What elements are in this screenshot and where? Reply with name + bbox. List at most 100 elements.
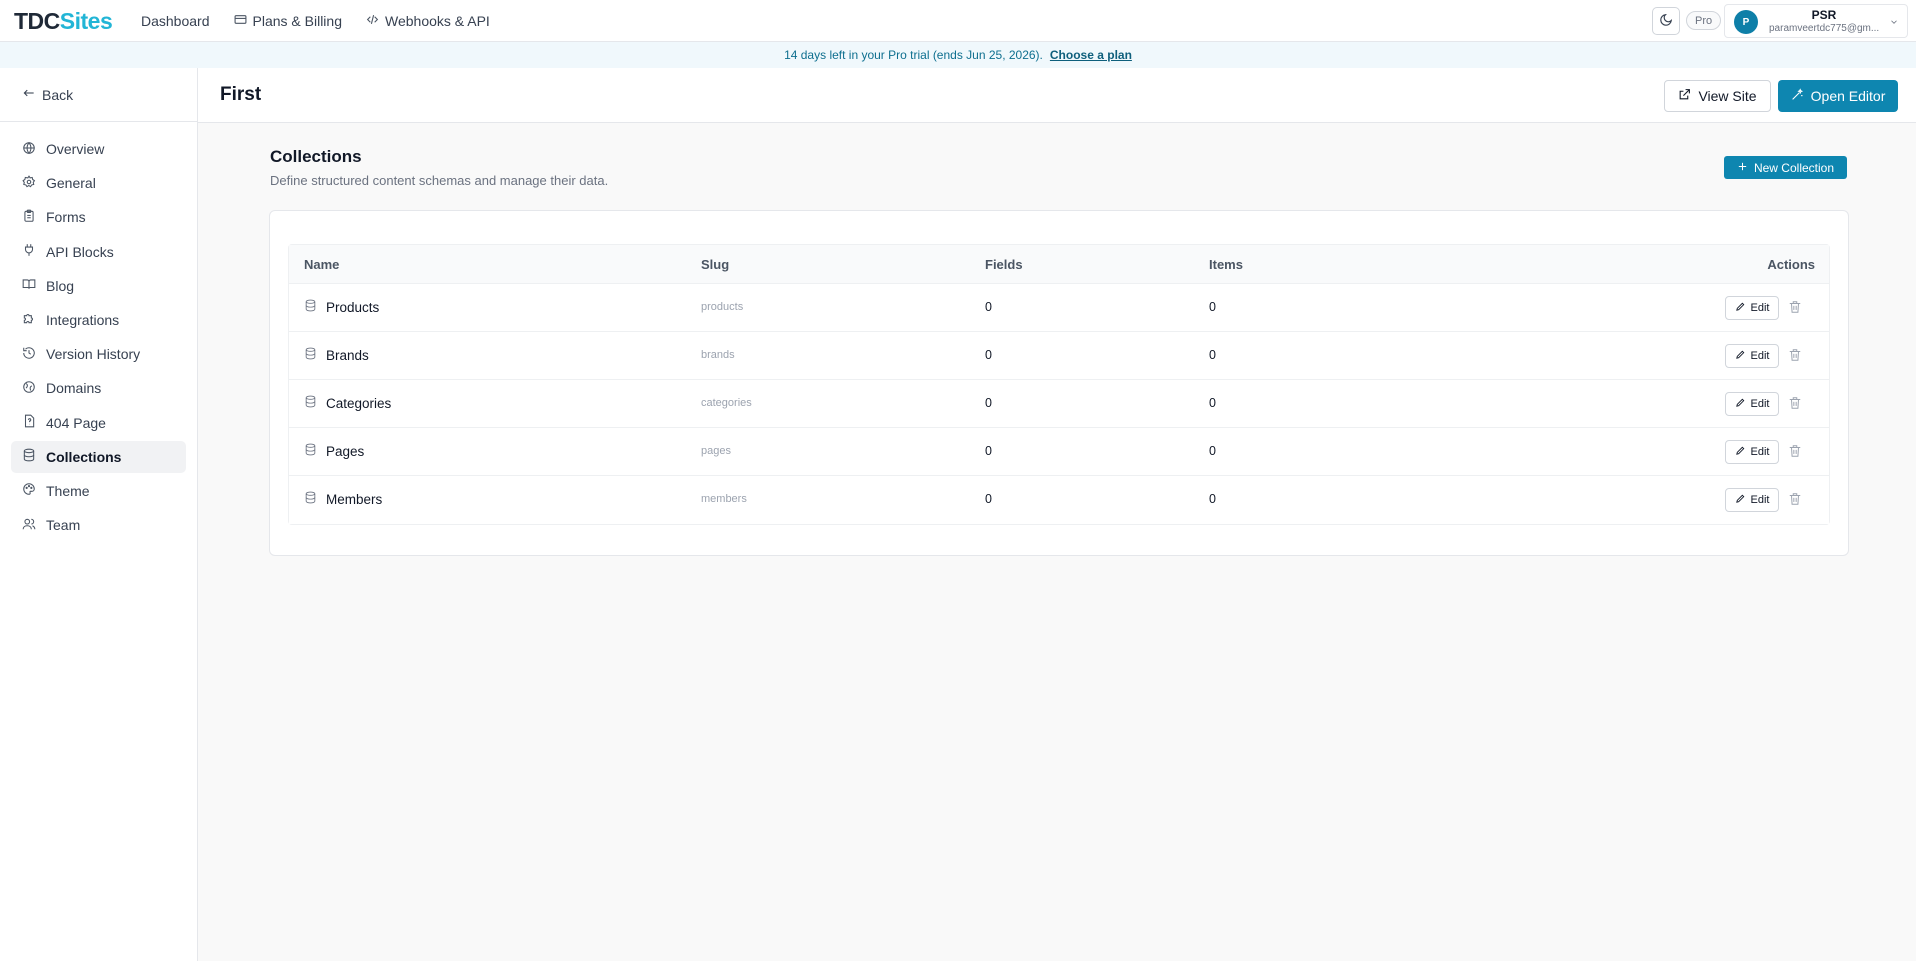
sidebar-item-blog[interactable]: Blog <box>11 270 186 302</box>
edit-label: Edit <box>1750 302 1770 314</box>
chevron-down-icon <box>1891 20 1897 24</box>
edit-button[interactable]: Edit <box>1725 440 1779 464</box>
logo-text-primary: TDC <box>14 8 60 34</box>
column-header-slug: Slug <box>701 257 730 272</box>
nav-plans-billing[interactable]: Plans & Billing <box>234 13 343 29</box>
delete-button[interactable] <box>1788 348 1802 362</box>
table-row[interactable]: Categories categories 0 0 Edit <box>289 380 1829 428</box>
globe-link-icon <box>22 380 36 397</box>
column-header-fields: Fields <box>985 257 1023 272</box>
sidebar-item-label: Forms <box>46 209 86 226</box>
pencil-icon <box>1735 397 1746 411</box>
database-icon <box>304 443 317 459</box>
sidebar-item-forms[interactable]: Forms <box>11 201 186 233</box>
sidebar-item-label: Domains <box>46 380 102 397</box>
delete-button[interactable] <box>1788 300 1802 314</box>
trash-icon <box>1788 493 1802 509</box>
column-header-name: Name <box>304 257 340 272</box>
collection-fields-count: 0 <box>985 396 992 410</box>
collection-name: Brands <box>326 347 369 363</box>
puzzle-icon <box>22 311 36 328</box>
book-icon <box>22 277 36 294</box>
nav-plans-billing-label: Plans & Billing <box>252 13 343 29</box>
delete-button[interactable] <box>1788 396 1802 410</box>
sidebar-item-general[interactable]: General <box>11 167 186 199</box>
sidebar-item-team[interactable]: Team <box>11 509 186 541</box>
column-header-items: Items <box>1209 257 1243 272</box>
collection-name: Members <box>326 491 383 507</box>
delete-button[interactable] <box>1788 492 1802 506</box>
trash-icon <box>1788 301 1802 317</box>
new-collection-button[interactable]: New Collection <box>1724 156 1847 179</box>
edit-button[interactable]: Edit <box>1725 296 1779 320</box>
sidebar-item-domains[interactable]: Domains <box>11 372 186 404</box>
edit-label: Edit <box>1750 446 1770 458</box>
users-icon <box>22 517 36 534</box>
sidebar-item-label: Integrations <box>46 311 120 328</box>
table-row[interactable]: Brands brands 0 0 Edit <box>289 332 1829 380</box>
choose-plan-link[interactable]: Choose a plan <box>1050 48 1132 62</box>
sidebar-item-label: General <box>46 175 96 192</box>
open-editor-button[interactable]: Open Editor <box>1778 80 1898 112</box>
collection-name: Products <box>326 299 380 315</box>
sidebar-item-overview[interactable]: Overview <box>11 133 186 165</box>
sidebar-item-404-page[interactable]: 404 Page <box>11 407 186 439</box>
row-name-cell: Pages <box>304 443 364 459</box>
sidebar-item-theme[interactable]: Theme <box>11 475 186 507</box>
sidebar-item-label: Theme <box>46 482 90 499</box>
sidebar-item-collections[interactable]: Collections <box>11 440 186 473</box>
collection-slug: pages <box>701 445 731 457</box>
trial-banner-text: 14 days left in your Pro trial (ends Jun… <box>784 48 1043 62</box>
trash-icon <box>1788 397 1802 413</box>
sidebar-item-label: Overview <box>46 141 105 157</box>
new-collection-label: New Collection <box>1753 160 1835 175</box>
history-icon <box>22 346 36 363</box>
collections-table: Name Slug Fields Items Actions Products … <box>288 244 1830 525</box>
section-title: Collections <box>270 147 362 166</box>
nav-webhooks-api-label: Webhooks & API <box>385 13 490 29</box>
database-icon <box>304 299 317 315</box>
edit-button[interactable]: Edit <box>1725 488 1779 512</box>
edit-button[interactable]: Edit <box>1725 392 1779 416</box>
nav-dashboard[interactable]: Dashboard <box>141 13 210 29</box>
avatar: P <box>1734 10 1758 34</box>
collection-items-count: 0 <box>1209 444 1216 458</box>
collection-items-count: 0 <box>1209 396 1216 410</box>
view-site-button[interactable]: View Site <box>1664 80 1771 112</box>
collection-slug: brands <box>701 349 735 361</box>
logo-text-accent: Sites <box>59 8 113 34</box>
sidebar-item-label: Blog <box>46 277 75 294</box>
table-row[interactable]: Products products 0 0 Edit <box>289 284 1829 332</box>
column-header-actions: Actions <box>1767 257 1815 272</box>
table-row[interactable]: Pages pages 0 0 Edit <box>289 428 1829 476</box>
collection-fields-count: 0 <box>985 348 992 362</box>
app-logo[interactable]: TDCSites <box>14 8 113 35</box>
sidebar-item-label: Version History <box>46 346 141 363</box>
sidebar-menu: Overview General Forms API Blocks Blog I… <box>11 133 186 543</box>
back-button[interactable]: Back <box>22 86 73 103</box>
credit-card-icon <box>234 13 247 29</box>
top-navbar: TDCSites Dashboard Plans & Billing Webho… <box>0 0 1916 42</box>
collection-slug: categories <box>701 397 752 409</box>
sidebar-item-api-blocks[interactable]: API Blocks <box>11 236 186 268</box>
delete-button[interactable] <box>1788 444 1802 458</box>
row-name-cell: Products <box>304 299 379 315</box>
nav-webhooks-api[interactable]: Webhooks & API <box>366 13 490 29</box>
theme-toggle-button[interactable] <box>1652 7 1680 35</box>
sidebar-item-version-history[interactable]: Version History <box>11 338 186 370</box>
table-row[interactable]: Members members 0 0 Edit <box>289 476 1829 524</box>
back-label: Back <box>42 86 74 103</box>
page-header: First View Site Open Editor <box>198 68 1916 123</box>
sidebar-item-label: Team <box>46 517 81 534</box>
edit-button[interactable]: Edit <box>1725 344 1779 368</box>
user-email: paramveertdc775@gm... <box>1769 23 1879 34</box>
globe-icon <box>22 141 36 158</box>
collection-items-count: 0 <box>1209 348 1216 362</box>
pencil-icon <box>1735 301 1746 315</box>
plan-badge: Pro <box>1686 11 1722 30</box>
row-name-cell: Members <box>304 491 382 507</box>
row-name-cell: Categories <box>304 395 391 411</box>
user-menu[interactable]: P PSR paramveertdc775@gm... <box>1724 4 1908 38</box>
sidebar-item-integrations[interactable]: Integrations <box>11 304 186 336</box>
collection-fields-count: 0 <box>985 492 992 506</box>
